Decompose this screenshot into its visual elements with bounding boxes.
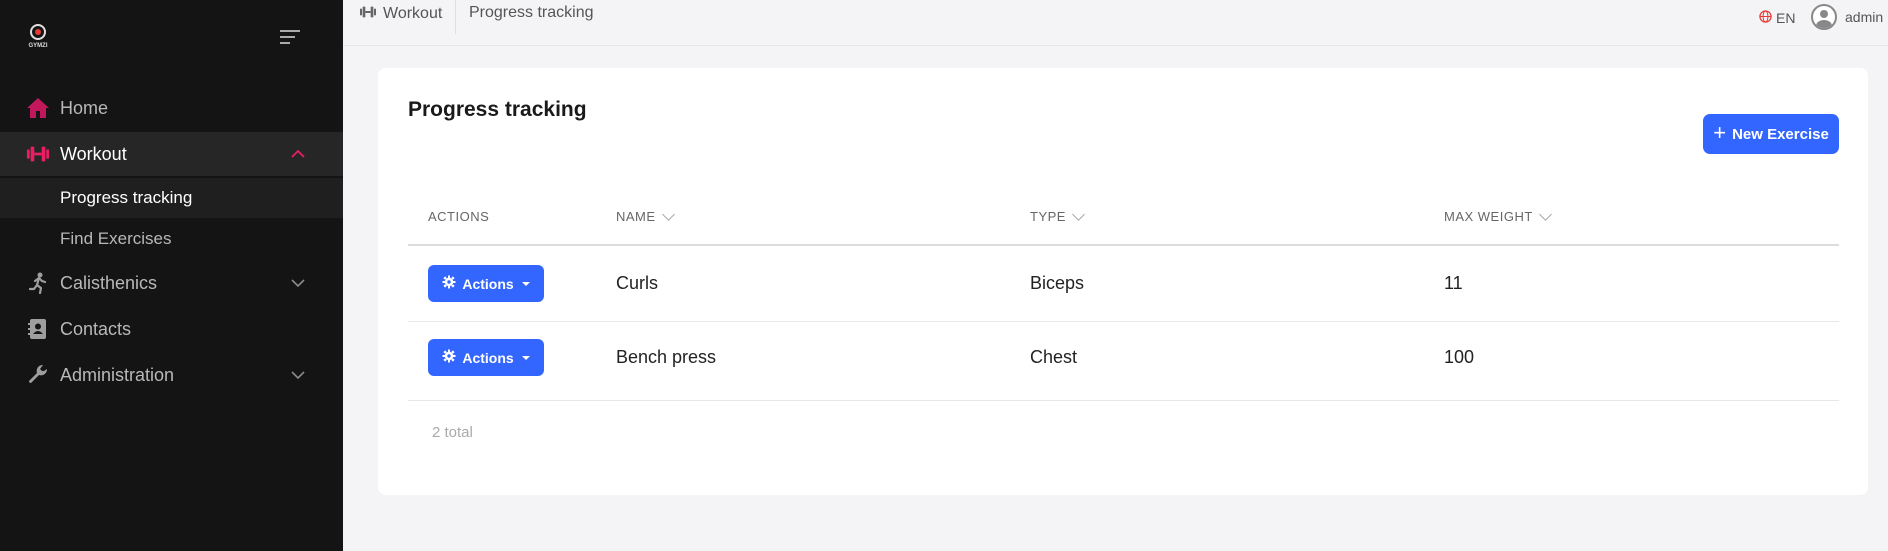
page-title: Progress tracking — [408, 98, 587, 121]
plus-icon: + — [1713, 120, 1727, 145]
breadcrumb-divider — [455, 0, 456, 34]
globe-icon — [1759, 10, 1772, 26]
home-icon — [26, 96, 50, 120]
column-header-name[interactable]: NAME — [616, 207, 675, 224]
wrench-icon — [26, 363, 50, 387]
cell-max-weight: 11 — [1444, 273, 1463, 293]
top-bar: Workout Progress tracking EN admin — [343, 0, 1888, 46]
user-menu[interactable]: admin — [1811, 4, 1883, 30]
table-bottom-divider — [408, 400, 1839, 401]
dumbbell-icon — [359, 5, 377, 23]
avatar — [1811, 4, 1837, 30]
language-label: EN — [1776, 10, 1796, 26]
column-header-type[interactable]: TYPE — [1030, 207, 1085, 224]
gear-icon — [442, 349, 456, 366]
sidebar-item-workout[interactable]: Workout — [0, 132, 343, 176]
breadcrumb-workout[interactable]: Workout — [359, 0, 442, 27]
actions-label: Actions — [462, 275, 514, 292]
sidebar-item-label: Workout — [60, 143, 127, 164]
logo-text: GYMZI — [28, 43, 48, 49]
app-logo[interactable]: GYMZI — [24, 22, 52, 54]
chevron-down-icon — [290, 367, 306, 383]
sidebar-item-contacts[interactable]: Contacts — [0, 307, 343, 351]
column-header-max-weight[interactable]: MAX WEIGHT — [1444, 207, 1552, 224]
total-count: 2 total — [432, 424, 473, 441]
cell-name: Bench press — [616, 347, 717, 367]
chevron-up-icon — [290, 146, 306, 162]
cell-max-weight: 100 — [1444, 347, 1475, 367]
sort-chevron-icon — [661, 207, 675, 221]
gear-icon — [442, 275, 456, 292]
row-divider — [408, 321, 1839, 322]
sidebar-item-label: Contacts — [60, 318, 132, 339]
column-header-label: NAME — [616, 209, 656, 224]
new-exercise-button[interactable]: + New Exercise — [1703, 114, 1839, 154]
caret-down-icon — [521, 355, 530, 360]
sidebar-item-administration[interactable]: Administration — [0, 353, 343, 397]
cell-type: Biceps — [1030, 273, 1085, 293]
breadcrumb-current: Progress tracking — [469, 4, 594, 21]
sidebar: GYMZI Home Workout Progress tracking Fin… — [0, 0, 343, 551]
column-header-label: TYPE — [1030, 209, 1066, 224]
sidebar-subitem-find-exercises[interactable]: Find Exercises — [0, 219, 343, 259]
logo-mark — [30, 24, 46, 40]
sidebar-item-label: Calisthenics — [60, 272, 158, 293]
column-header-label: ACTIONS — [428, 209, 490, 224]
main-card: Progress tracking + New Exercise ACTIONS… — [378, 68, 1868, 495]
sidebar-subitem-progress-tracking[interactable]: Progress tracking — [0, 178, 343, 218]
chevron-down-icon — [290, 275, 306, 291]
sidebar-collapse-icon[interactable] — [280, 30, 302, 46]
table-header-divider — [408, 244, 1839, 246]
new-exercise-label: New Exercise — [1732, 125, 1829, 143]
contact-book-icon — [26, 317, 50, 341]
language-selector[interactable]: EN — [1759, 10, 1795, 26]
caret-down-icon — [521, 281, 530, 286]
user-name: admin — [1845, 9, 1884, 25]
sidebar-item-label: Home — [60, 97, 109, 118]
sidebar-subitem-label: Progress tracking — [60, 188, 193, 207]
sidebar-item-calisthenics[interactable]: Calisthenics — [0, 261, 343, 305]
sort-chevron-icon — [1072, 207, 1085, 221]
column-header-label: MAX WEIGHT — [1444, 209, 1533, 224]
cell-name: Curls — [616, 273, 659, 293]
actions-label: Actions — [462, 349, 514, 366]
column-header-actions: ACTIONS — [428, 209, 489, 224]
sidebar-subitem-label: Find Exercises — [60, 229, 172, 248]
cell-type: Chest — [1030, 347, 1078, 367]
breadcrumb-label: Workout — [383, 4, 443, 22]
row-actions-button[interactable]: Actions — [428, 339, 544, 376]
running-icon — [26, 271, 50, 295]
sidebar-item-label: Administration — [60, 364, 175, 385]
dumbbell-icon — [26, 142, 50, 166]
row-actions-button[interactable]: Actions — [428, 265, 544, 302]
sort-chevron-icon — [1538, 207, 1552, 221]
sidebar-item-home[interactable]: Home — [0, 86, 343, 130]
